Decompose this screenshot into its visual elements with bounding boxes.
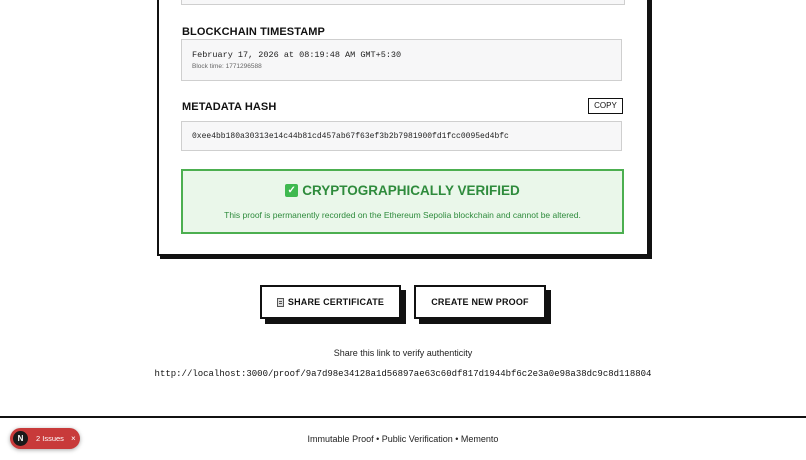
- footer: N 2 Issues × Immutable Proof • Public Ve…: [0, 416, 806, 460]
- verified-banner: ✓ CRYPTOGRAPHICALLY VERIFIED This proof …: [181, 169, 624, 234]
- previous-field: [181, 0, 625, 5]
- metadata-hash-label: METADATA HASH: [182, 101, 277, 113]
- verified-message: This proof is permanently recorded on th…: [224, 210, 581, 220]
- block-time: Block time: 1771296588: [192, 63, 262, 70]
- share-url[interactable]: http://localhost:3000/proof/9a7d98e34128…: [0, 369, 806, 379]
- share-instructions: Share this link to verify authenticity: [333, 348, 473, 358]
- share-certificate-button[interactable]: SHARE CERTIFICATE: [260, 285, 401, 319]
- copy-button[interactable]: COPY: [588, 98, 623, 114]
- check-mark-icon: ✓: [285, 184, 299, 197]
- verified-title-row: ✓ CRYPTOGRAPHICALLY VERIFIED: [183, 183, 622, 198]
- document-icon: [276, 297, 284, 307]
- timestamp-field: February 17, 2026 at 08:19:48 AM GMT+5:3…: [181, 39, 622, 81]
- share-certificate-label: SHARE CERTIFICATE: [287, 297, 385, 307]
- create-new-proof-label: CREATE NEW PROOF: [431, 297, 529, 307]
- metadata-hash-value[interactable]: 0xee4bb180a30313e14c44b81cd457ab67f63ef3…: [192, 132, 509, 141]
- footer-text: Immutable Proof • Public Verification • …: [307, 434, 499, 444]
- verified-title: CRYPTOGRAPHICALLY VERIFIED: [302, 183, 520, 198]
- proof-card: BLOCKCHAIN TIMESTAMP February 17, 2026 a…: [157, 0, 649, 256]
- create-new-proof-button[interactable]: CREATE NEW PROOF: [414, 285, 546, 319]
- timestamp-label: BLOCKCHAIN TIMESTAMP: [182, 26, 325, 38]
- timestamp-value: February 17, 2026 at 08:19:48 AM GMT+5:3…: [192, 50, 402, 60]
- metadata-hash-field: 0xee4bb180a30313e14c44b81cd457ab67f63ef3…: [181, 121, 622, 151]
